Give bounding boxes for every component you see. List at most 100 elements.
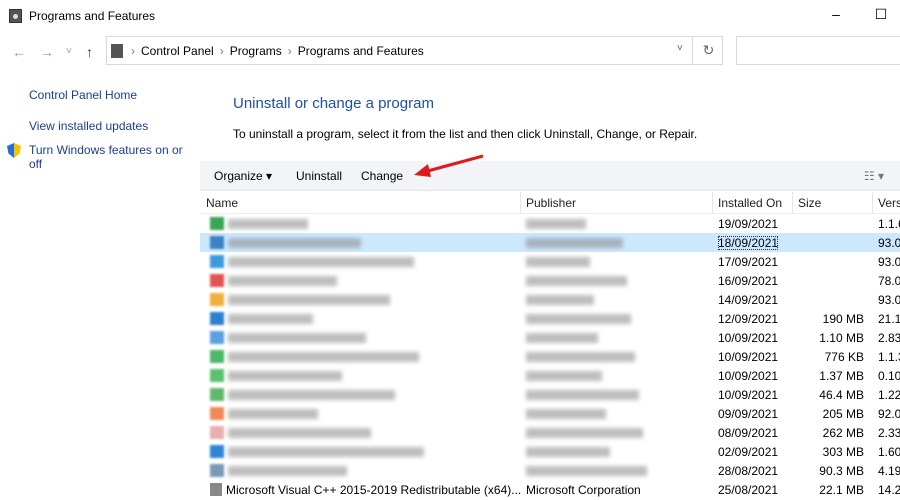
publisher-redacted [526, 238, 623, 248]
column-name[interactable]: Name [206, 196, 238, 210]
table-row[interactable]: 12/09/2021 190 MB 21.1 [200, 309, 900, 328]
size: 190 MB [822, 312, 864, 326]
breadcrumb: › Control Panel › Programs › Programs an… [131, 44, 424, 58]
recent-locations-button[interactable]: ˅ [66, 46, 72, 57]
size: 1.37 MB [819, 369, 864, 383]
version: 1.1.6 [878, 217, 900, 231]
program-icon [210, 464, 224, 477]
table-row[interactable]: 09/09/2021 205 MB 92.0 [200, 404, 900, 423]
publisher-redacted [526, 466, 647, 476]
installed-on: 02/09/2021 [718, 445, 779, 459]
size: 22.1 MB [819, 483, 864, 497]
change-button[interactable]: Change [361, 169, 403, 183]
address-bar[interactable]: › Control Panel › Programs › Programs an… [106, 36, 723, 65]
program-name-redacted [228, 371, 342, 381]
publisher-redacted [526, 352, 635, 362]
uninstall-button[interactable]: Uninstall [296, 169, 342, 183]
toolbar: Organize ▾ Uninstall Change ☷ ▾ [200, 161, 900, 191]
version: 78.0 [878, 274, 900, 288]
table-row[interactable]: 08/09/2021 262 MB 2.33 [200, 423, 900, 442]
back-button[interactable]: ← [12, 44, 26, 60]
address-dropdown-button[interactable]: ˅ [677, 43, 683, 54]
column-installed-on[interactable]: Installed On [718, 196, 782, 210]
program-icon [210, 369, 224, 382]
crumb-control-panel[interactable]: Control Panel [141, 44, 214, 58]
installed-on: 17/09/2021 [718, 255, 779, 269]
table-row[interactable]: 10/09/2021 1.10 MB 2.83 [200, 328, 900, 347]
title-bar: Programs and Features – ☐ [0, 0, 900, 32]
program-icon [210, 388, 224, 401]
crumb-programs-and-features[interactable]: Programs and Features [298, 44, 424, 58]
programs-icon [111, 44, 123, 58]
publisher-redacted [526, 276, 627, 286]
program-icon [210, 236, 224, 249]
forward-button[interactable]: → [40, 44, 54, 60]
table-row[interactable]: 10/09/2021 776 KB 1.1.3 [200, 347, 900, 366]
red-arrow-annotation [414, 154, 484, 177]
control-panel-home-link[interactable]: Control Panel Home [29, 88, 199, 102]
crumb-programs[interactable]: Programs [230, 44, 282, 58]
installed-on: 25/08/2021 [718, 483, 779, 497]
version: 93.0 [878, 293, 900, 307]
publisher-redacted [526, 409, 606, 419]
column-publisher[interactable]: Publisher [526, 196, 576, 210]
column-size[interactable]: Size [798, 196, 821, 210]
table-row[interactable]: 10/09/2021 1.37 MB 0.10 [200, 366, 900, 385]
version: 93.0 [878, 255, 900, 269]
program-icon [210, 445, 224, 458]
size: 1.10 MB [819, 331, 864, 345]
table-row[interactable]: 28/08/2021 90.3 MB 4.19 [200, 461, 900, 480]
search-input[interactable] [736, 36, 900, 65]
size: 205 MB [822, 407, 864, 421]
program-name-redacted [228, 257, 414, 267]
maximize-button[interactable]: ☐ [871, 6, 891, 23]
publisher-redacted [526, 390, 639, 400]
size: 303 MB [822, 445, 864, 459]
minimize-button[interactable]: – [826, 6, 846, 22]
program-icon [210, 407, 224, 420]
version: 2.83 [878, 331, 900, 345]
version: 1.1.3 [878, 350, 900, 364]
table-row[interactable]: 19/09/2021 1.1.6 [200, 214, 900, 233]
program-name-redacted [228, 276, 337, 286]
programs-icon [9, 9, 22, 23]
program-icon [210, 274, 224, 287]
publisher-redacted [526, 257, 590, 267]
installed-on: 08/09/2021 [718, 426, 779, 440]
organize-button[interactable]: Organize ▾ [214, 169, 272, 183]
column-version[interactable]: Vers [878, 196, 900, 210]
view-installed-updates-link[interactable]: View installed updates [29, 119, 199, 133]
program-icon [210, 426, 224, 439]
program-name-redacted [228, 295, 390, 305]
installed-on: 10/09/2021 [718, 350, 779, 364]
windows-features-link[interactable]: Turn Windows features on or off [7, 143, 199, 171]
table-row[interactable]: Microsoft Visual C++ 2015-2019 Redistrib… [200, 480, 900, 499]
table-row[interactable]: 18/09/2021 93.0 [200, 233, 900, 252]
installed-on: 09/09/2021 [718, 407, 779, 421]
up-button[interactable]: ↑ [86, 44, 93, 60]
version: 92.0 [878, 407, 900, 421]
version: 93.0 [878, 236, 900, 250]
table-row[interactable]: 17/09/2021 93.0 [200, 252, 900, 271]
version: 0.10 [878, 369, 900, 383]
installed-on: 28/08/2021 [718, 464, 779, 478]
publisher-redacted [526, 219, 586, 229]
view-options-button[interactable]: ☷ ▾ [864, 169, 884, 183]
table-row[interactable]: 14/09/2021 93.0 [200, 290, 900, 309]
table-row[interactable]: 02/09/2021 303 MB 1.60 [200, 442, 900, 461]
installed-on: 19/09/2021 [718, 217, 779, 231]
program-name-redacted [228, 333, 366, 343]
program-icon [210, 217, 224, 230]
program-name-redacted [228, 219, 308, 229]
version: 21.1 [878, 312, 900, 326]
table-row[interactable]: 16/09/2021 78.0 [200, 271, 900, 290]
size: 776 KB [824, 350, 864, 364]
refresh-button[interactable]: ↻ [692, 37, 724, 64]
version: 4.19 [878, 464, 900, 478]
table-row[interactable]: 10/09/2021 46.4 MB 1.22 [200, 385, 900, 404]
program-name: Microsoft Visual C++ 2015-2019 Redistrib… [226, 483, 522, 497]
sidebar: Control Panel Home View installed update… [7, 88, 199, 191]
program-icon [210, 483, 222, 496]
program-name-redacted [228, 428, 371, 438]
program-icon [210, 293, 224, 306]
